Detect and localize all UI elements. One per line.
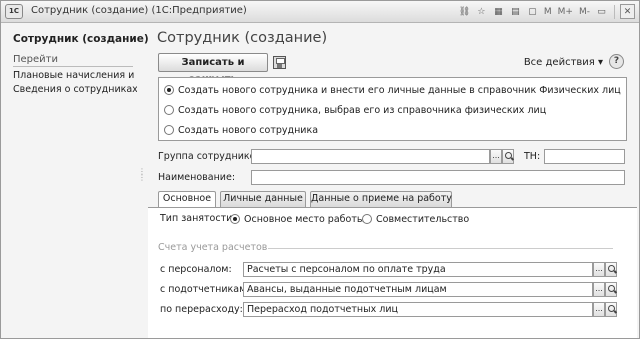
- account-overspend-search-icon[interactable]: [605, 302, 617, 317]
- memory-minus-button[interactable]: M-: [577, 7, 592, 17]
- accounts-group-title: Счета учета расчетов: [158, 242, 268, 253]
- help-button[interactable]: ?: [609, 54, 624, 69]
- account-field-accountable[interactable]: Авансы, выданные подотчетным лицам: [243, 282, 593, 297]
- memory-button[interactable]: M: [542, 7, 554, 17]
- toolbar-divider: [614, 4, 615, 19]
- memory-plus-button[interactable]: M+: [556, 7, 575, 17]
- account-accountable-choose-button[interactable]: ...: [593, 282, 605, 297]
- radio-selected-icon[interactable]: [164, 85, 174, 95]
- account-label-overspend: по перерасходу:: [160, 304, 243, 315]
- account-accountable-search-icon[interactable]: [605, 282, 617, 297]
- account-field-overspend[interactable]: Перерасход подотчетных лиц: [243, 302, 593, 317]
- group-choose-button[interactable]: ...: [490, 149, 502, 164]
- nav-section-goto: Перейти: [13, 54, 133, 67]
- employment-main-option[interactable]: Основное место работы: [230, 212, 364, 226]
- maximize-icon[interactable]: ▭: [594, 4, 609, 19]
- save-icon[interactable]: [273, 56, 286, 69]
- form-panel: Сотрудник (создание) Записать и закрыть …: [148, 23, 637, 338]
- tab-hiring-data[interactable]: Данные о приеме на работу: [310, 191, 452, 207]
- radio-unselected-icon[interactable]: [362, 214, 372, 224]
- create-mode-group: Создать нового сотрудника и внести его л…: [158, 77, 627, 141]
- app-window: 1C Сотрудник (создание) (1С:Предприятие)…: [0, 0, 640, 339]
- account-personnel-choose-button[interactable]: ...: [593, 262, 605, 277]
- clipboard-icon[interactable]: ▢: [525, 4, 540, 19]
- title-bar: 1C Сотрудник (создание) (1С:Предприятие)…: [1, 1, 639, 23]
- employment-option-label: Основное место работы: [244, 213, 365, 225]
- window-title: Сотрудник (создание) (1С:Предприятие): [31, 5, 247, 16]
- favorite-icon[interactable]: ☆: [474, 4, 489, 19]
- group-divider: [268, 248, 613, 249]
- tab-personal-data[interactable]: Личные данные: [220, 191, 306, 207]
- calculator-icon[interactable]: ▦: [491, 4, 506, 19]
- employment-option-label: Совместительство: [376, 213, 470, 225]
- create-option-label: Создать нового сотрудника: [178, 124, 319, 136]
- create-option-with-personal-data[interactable]: Создать нового сотрудника и внести его л…: [164, 83, 621, 97]
- account-label-accountable: с подотчетниками:: [160, 284, 256, 295]
- create-option-from-directory[interactable]: Создать нового сотрудника, выбрав его из…: [164, 103, 546, 117]
- page-title: Сотрудник (создание): [157, 30, 328, 46]
- create-option-label: Создать нового сотрудника и внести его л…: [178, 84, 621, 96]
- tab-main[interactable]: Основное: [158, 191, 216, 208]
- account-label-personnel: с персоналом:: [160, 264, 232, 275]
- nav-item-employee-info[interactable]: Сведения о сотрудниках: [13, 84, 137, 95]
- save-and-close-button[interactable]: Записать и закрыть: [158, 53, 268, 85]
- account-overspend-choose-button[interactable]: ...: [593, 302, 605, 317]
- nav-panel-title: Сотрудник (создание): [13, 33, 149, 45]
- employee-group-field[interactable]: [251, 149, 490, 164]
- panel-splitter-handle[interactable]: ⋮ ⋮: [138, 168, 146, 187]
- name-field[interactable]: [251, 170, 625, 185]
- employment-part-time-option[interactable]: Совместительство: [362, 212, 469, 226]
- close-icon[interactable]: ✕: [620, 4, 635, 19]
- name-label: Наименование:: [158, 172, 236, 183]
- account-personnel-search-icon[interactable]: [605, 262, 617, 277]
- link-icon[interactable]: ⛓: [457, 4, 472, 19]
- tab-panel-main: Тип занятости: Основное место работы Сов…: [148, 207, 637, 338]
- account-field-personnel[interactable]: Расчеты с персоналом по оплате труда: [243, 262, 593, 277]
- radio-unselected-icon[interactable]: [164, 125, 174, 135]
- radio-unselected-icon[interactable]: [164, 105, 174, 115]
- app-logo-icon[interactable]: 1C: [5, 4, 23, 19]
- nav-item-planned-accruals[interactable]: Плановые начисления и у...: [13, 70, 137, 81]
- tn-label: ТН:: [524, 151, 541, 162]
- tn-field[interactable]: [544, 149, 625, 164]
- group-search-icon[interactable]: [502, 149, 514, 164]
- create-option-plain[interactable]: Создать нового сотрудника: [164, 123, 318, 137]
- navigation-panel: Сотрудник (создание) Перейти Плановые на…: [1, 23, 149, 338]
- title-bar-tools: ⛓ ☆ ▦ ▤ ▢ M M+ M- ▭ ✕: [457, 4, 635, 19]
- radio-selected-icon[interactable]: [230, 214, 240, 224]
- employee-group-label: Группа сотрудников:: [158, 151, 265, 162]
- all-actions-menu[interactable]: Все действия ▾: [524, 57, 603, 68]
- employment-type-label: Тип занятости:: [160, 213, 236, 224]
- calendar-icon[interactable]: ▤: [508, 4, 523, 19]
- create-option-label: Создать нового сотрудника, выбрав его из…: [178, 104, 547, 116]
